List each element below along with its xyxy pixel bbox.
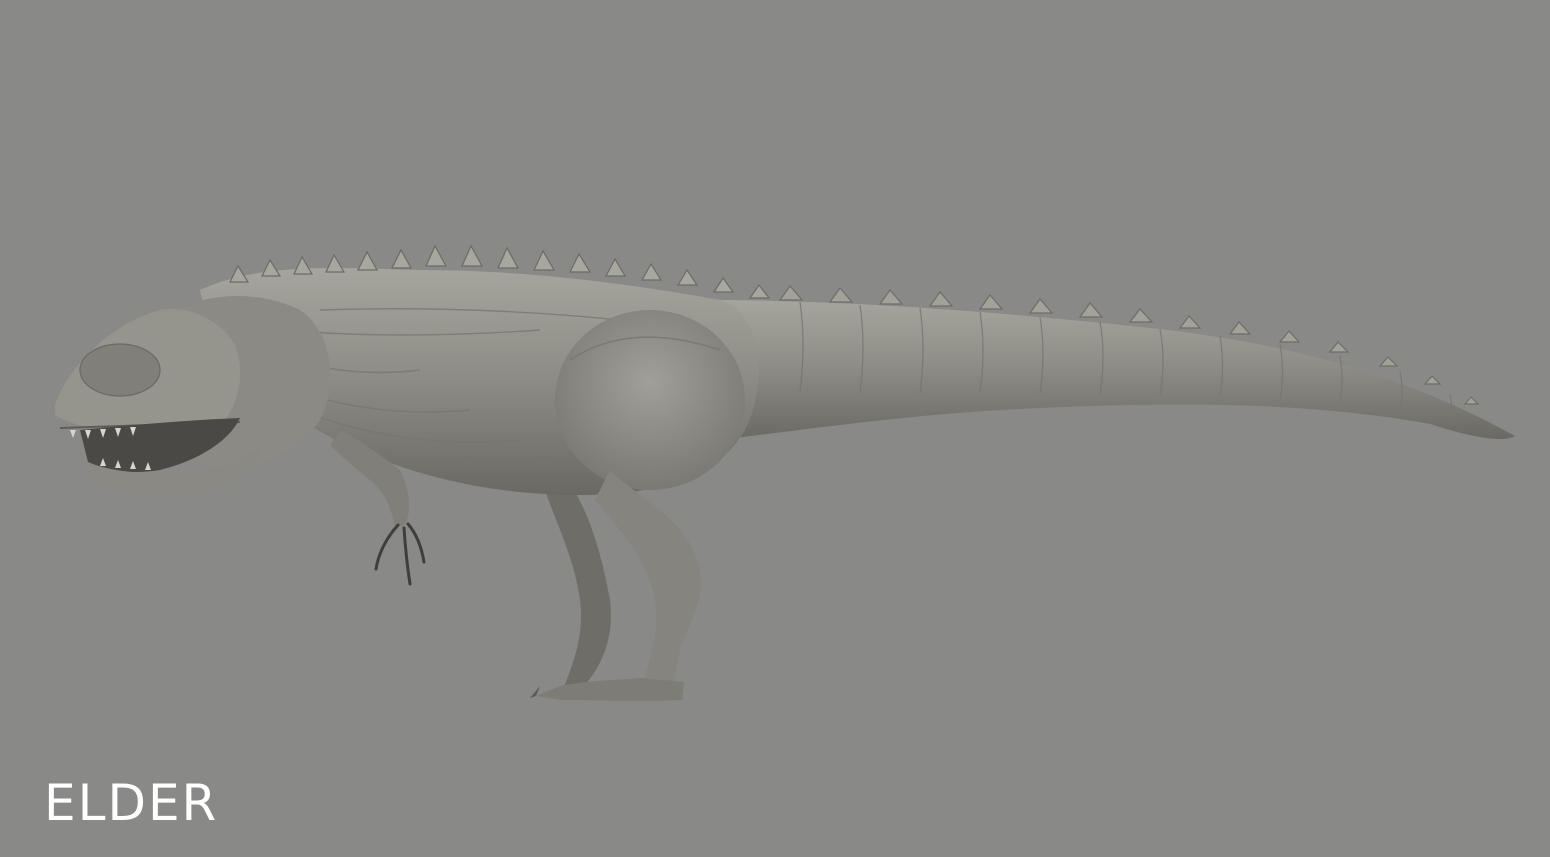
viewport: ELDER [0, 0, 1550, 857]
dinosaur-sculpt [55, 244, 1515, 701]
dinosaur-tail [700, 285, 1515, 440]
model-caption: ELDER [44, 774, 219, 832]
dinosaur-head [55, 296, 331, 496]
near-thigh [555, 310, 745, 490]
